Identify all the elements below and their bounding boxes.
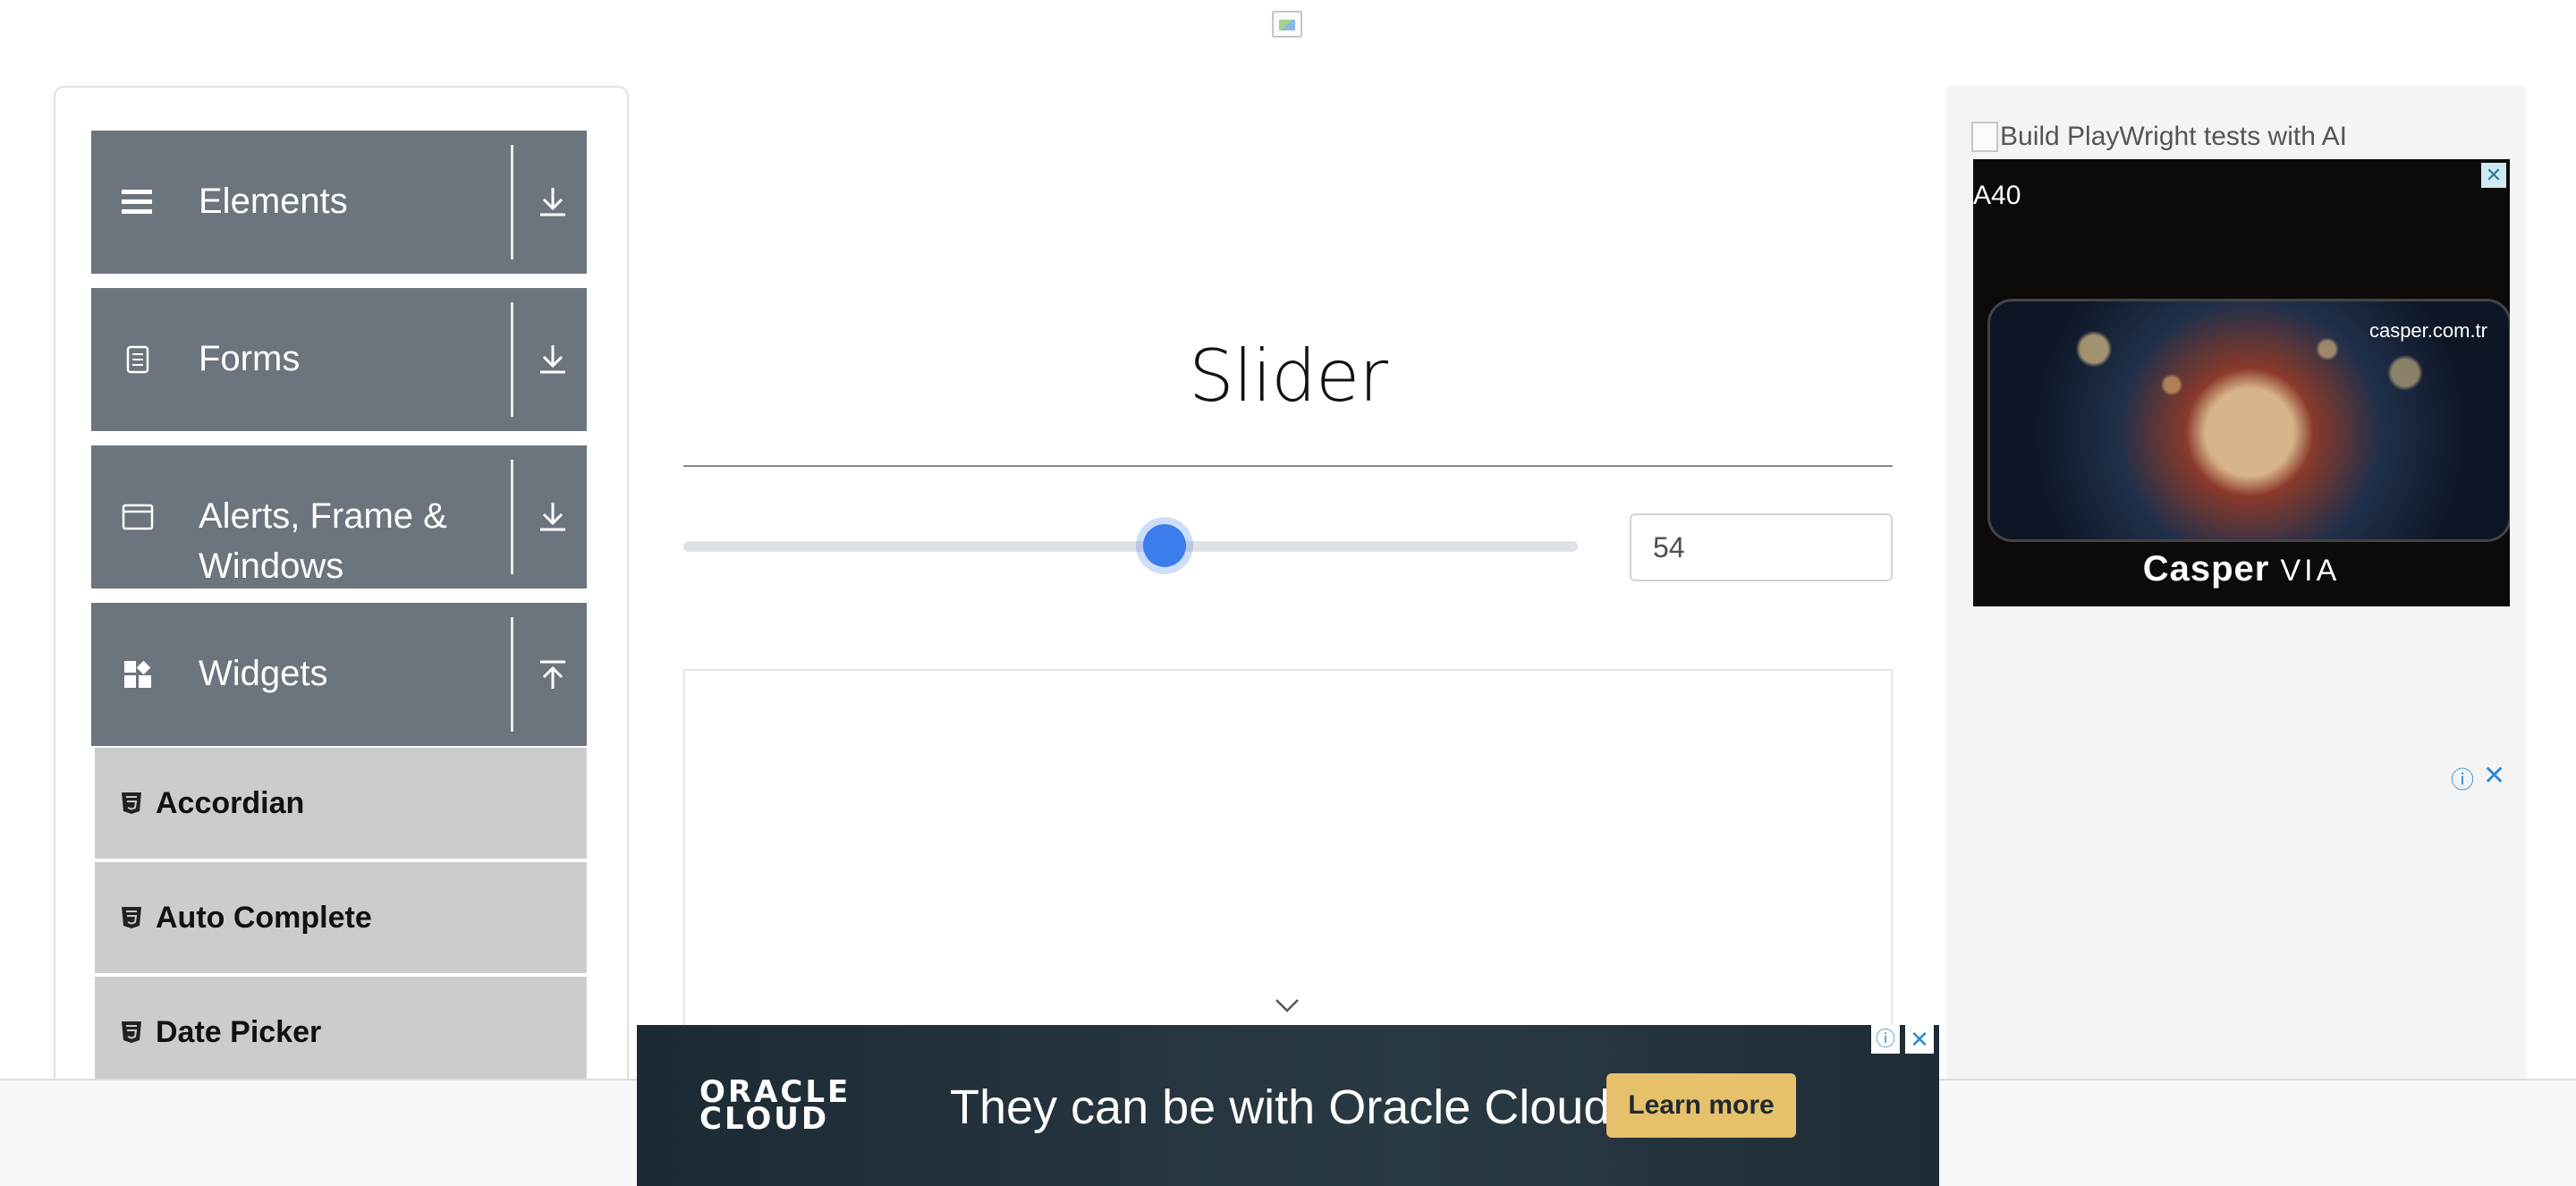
divider	[511, 617, 513, 732]
range-slider-thumb[interactable]	[1143, 524, 1187, 567]
sidebar-group-label: Elements	[199, 182, 348, 221]
close-icon[interactable]: ✕	[2483, 760, 2505, 792]
sidebar-group-forms[interactable]: Forms	[91, 288, 587, 431]
oracle-logo: ORACLE CLOUD	[699, 1077, 851, 1137]
broken-banner-image	[1272, 11, 1302, 38]
sidebar-group-label: Alerts, Frame &	[199, 496, 447, 536]
learn-more-button[interactable]: Learn more	[1606, 1073, 1796, 1138]
title-divider	[683, 465, 1893, 467]
download-arrow-icon[interactable]	[535, 184, 571, 220]
hamburger-icon	[122, 186, 154, 218]
window-icon	[122, 501, 154, 533]
ad-code: A40	[1973, 181, 2021, 210]
sidebar-item-auto-complete[interactable]: Auto Complete	[95, 862, 587, 973]
brand-suffix: VIA	[2280, 554, 2341, 588]
sidebar-item-accordian[interactable]: Accordian	[95, 748, 587, 859]
download-arrow-icon[interactable]	[535, 499, 571, 535]
ad-alt-text: Build PlayWright tests with AI	[2000, 122, 2347, 151]
slider-value-field[interactable]: 54	[1630, 513, 1893, 581]
html5-icon	[120, 905, 143, 930]
sidebar-item-label: Date Picker	[156, 1015, 322, 1049]
sidebar-group-alerts[interactable]: Alerts, Frame & Windows	[91, 445, 587, 589]
brand-name: Casper	[2142, 549, 2270, 589]
casper-ad[interactable]: A40 ✕ casper.com.tr Casper VIA	[1973, 159, 2510, 606]
ad-info-icon[interactable]: ⓘ	[2451, 762, 2474, 795]
sidebar-item-label: Auto Complete	[156, 901, 372, 935]
ad-headline: They can be with Oracle Cloud	[950, 1080, 1611, 1134]
html5-icon	[120, 1020, 143, 1045]
phone-image: casper.com.tr	[1987, 299, 2510, 542]
upload-arrow-icon[interactable]	[535, 657, 571, 692]
chevron-down-icon[interactable]	[1274, 996, 1301, 1014]
ad-info-icon[interactable]: ⓘ	[1871, 1025, 1900, 1054]
range-slider-track[interactable]	[683, 541, 1578, 552]
oracle-ad-banner[interactable]: ORACLE CLOUD They can be with Oracle Clo…	[637, 1025, 1939, 1186]
ad-image-alt[interactable]: Build PlayWright tests with AI	[1971, 114, 2347, 159]
download-arrow-icon[interactable]	[535, 342, 571, 377]
logo-line2: CLOUD	[699, 1101, 830, 1137]
sidebar-group-elements[interactable]: Elements	[91, 131, 587, 274]
close-icon[interactable]: ✕	[2481, 163, 2506, 188]
close-icon[interactable]: ✕	[1905, 1025, 1934, 1054]
divider	[511, 460, 513, 574]
broken-image-icon	[1971, 122, 1998, 152]
sidebar-item-date-picker[interactable]: Date Picker	[95, 977, 587, 1088]
sidebar-group-widgets[interactable]: Widgets	[91, 603, 587, 746]
sidebar: Elements Forms Alerts, Frame & Windows W…	[54, 86, 629, 1106]
page-title: Slider	[1188, 335, 1388, 418]
widgets-icon	[122, 658, 154, 690]
ad-site: casper.com.tr	[2368, 319, 2487, 342]
ad-brand: Casper VIA	[1973, 549, 2510, 589]
divider	[511, 302, 513, 417]
sidebar-group-label: Widgets	[199, 654, 328, 693]
sidebar-group-label-line2: Windows	[199, 546, 344, 586]
divider	[511, 145, 513, 259]
document-icon	[122, 343, 154, 376]
sidebar-item-label: Accordian	[156, 786, 305, 820]
sidebar-group-label: Forms	[199, 339, 301, 378]
html5-icon	[120, 791, 143, 816]
